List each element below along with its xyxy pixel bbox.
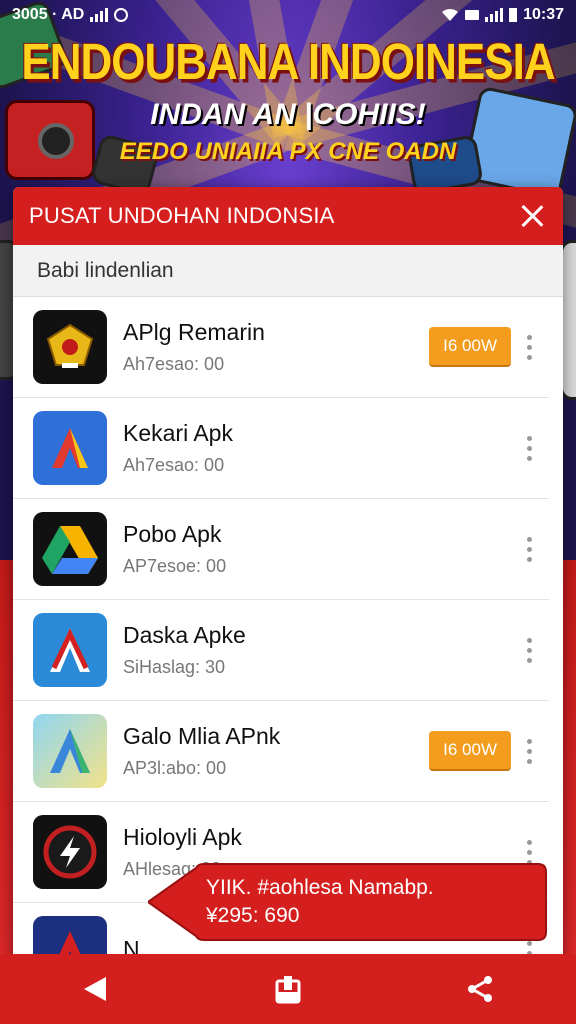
more-options-icon[interactable] bbox=[525, 334, 533, 360]
banner-subline: INDAN AN |COHIIS! bbox=[150, 98, 426, 131]
list-item[interactable]: Galo Mlia APnk AP3l:abo: 00 I6 00W bbox=[13, 701, 549, 802]
light-a-logo-icon bbox=[33, 714, 107, 788]
more-options-icon[interactable] bbox=[525, 839, 533, 865]
garuda-emblem-icon bbox=[33, 310, 107, 384]
drive-triangle-icon bbox=[33, 512, 107, 586]
more-options-icon[interactable] bbox=[525, 738, 533, 764]
alarm-icon bbox=[114, 8, 129, 22]
banner-headline: ENDOUBANA INDOINESIA bbox=[21, 34, 555, 91]
download-button[interactable]: I6 00W bbox=[429, 731, 511, 771]
app-subtitle: SiHaslag: 30 bbox=[123, 657, 226, 677]
app-list: APlg Remarin Ah7esao: 00 I6 00W Kekari A… bbox=[13, 297, 563, 960]
download-button[interactable]: I6 00W bbox=[429, 327, 511, 367]
status-bar: 3005 · AD 10:37 bbox=[0, 0, 576, 30]
toast-line-1: YIIK. #aohlesa Namabp. bbox=[206, 876, 434, 899]
list-item[interactable]: Pobo Apk AP7esoe: 00 bbox=[13, 499, 549, 600]
more-options-icon[interactable] bbox=[525, 435, 533, 461]
search-bar[interactable]: Babi lindenlian bbox=[13, 245, 563, 297]
app-name: Kekari Apk bbox=[123, 420, 233, 446]
share-icon[interactable] bbox=[460, 969, 500, 1009]
lightning-circle-icon bbox=[33, 815, 107, 889]
app-subtitle: Ah7esao: 00 bbox=[123, 455, 225, 475]
more-options-icon[interactable] bbox=[525, 536, 533, 562]
status-time: 10:37 bbox=[523, 6, 564, 23]
app-name: Hioloyli Apk bbox=[123, 824, 242, 850]
dialog-header: PUSAT UNDOHAN INDONSIA bbox=[13, 187, 563, 245]
close-icon[interactable] bbox=[517, 201, 547, 231]
list-item[interactable]: APlg Remarin Ah7esao: 00 I6 00W bbox=[13, 297, 549, 398]
toast-callout[interactable]: YIIK. #aohlesa Namabp. ¥295: 690 bbox=[148, 862, 548, 942]
wifi-icon bbox=[442, 8, 459, 21]
app-name: APlg Remarin bbox=[123, 319, 265, 345]
app-name: Pobo Apk bbox=[123, 521, 222, 547]
app-subtitle: AP3l:abo: 00 bbox=[123, 758, 227, 778]
banner-tagline: EEDO UNIAIIA PX CNE OADN bbox=[119, 138, 457, 165]
download-center-dialog: PUSAT UNDOHAN INDONSIA Babi lindenlian A… bbox=[13, 187, 563, 960]
dialog-title: PUSAT UNDOHAN INDONSIA bbox=[29, 203, 335, 228]
mail-icon bbox=[465, 10, 480, 20]
app-subtitle: Ah7esao: 00 bbox=[123, 354, 225, 374]
battery-icon bbox=[509, 8, 518, 22]
cell-signal-icon bbox=[485, 8, 504, 22]
search-text: Babi lindenlian bbox=[37, 258, 174, 282]
more-options-icon[interactable] bbox=[525, 637, 533, 663]
status-left-text: 3005 · AD bbox=[12, 6, 85, 23]
app-name: Daska Apke bbox=[123, 622, 246, 648]
blue-a-logo-icon bbox=[33, 411, 107, 485]
home-box-icon[interactable] bbox=[268, 969, 308, 1009]
app-name: Galo Mlia APnk bbox=[123, 723, 281, 749]
list-item[interactable]: Kekari Apk Ah7esao: 00 bbox=[13, 398, 549, 499]
back-triangle-icon[interactable] bbox=[76, 969, 116, 1009]
signal-icon bbox=[90, 8, 109, 22]
list-item[interactable]: Daska Apke SiHaslag: 30 bbox=[13, 600, 549, 701]
app-subtitle: AP7esoe: 00 bbox=[123, 556, 227, 576]
banner-headline-group: ENDOUBANA INDOINESIA INDAN AN |COHIIS! E… bbox=[0, 34, 576, 166]
navigation-bar bbox=[0, 954, 576, 1024]
toast-line-2: ¥295: 690 bbox=[206, 904, 300, 927]
red-a-logo-icon bbox=[33, 613, 107, 687]
